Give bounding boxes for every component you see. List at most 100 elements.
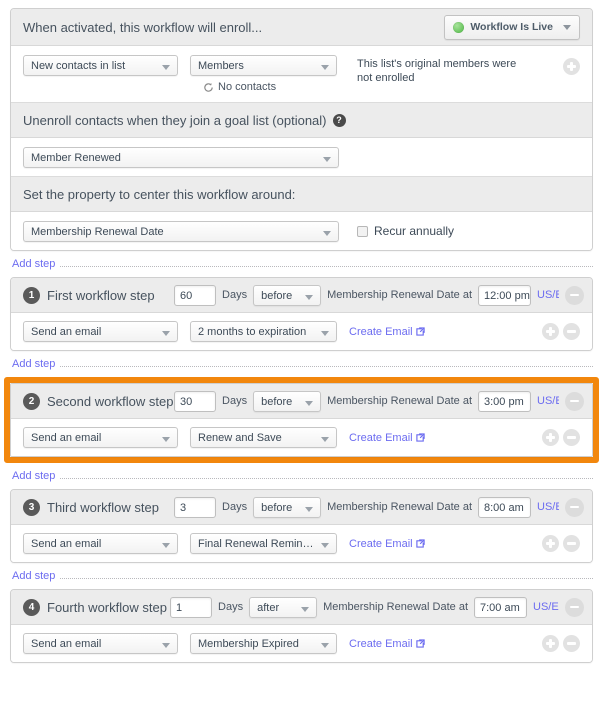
step-2-create-email-link[interactable]: Create Email	[349, 432, 425, 444]
add-step-row-2: Add step	[12, 468, 593, 484]
step-2-email-select[interactable]: Renew and Save	[190, 427, 337, 448]
step-2-direction-value: before	[261, 396, 292, 408]
step-3-remove-action-button[interactable]	[563, 535, 580, 552]
step-3-direction-select[interactable]: before	[253, 497, 321, 518]
step-2-delay-input[interactable]: 30	[174, 391, 216, 412]
step-1-direction-value: before	[261, 290, 292, 302]
contacts-count-row[interactable]: No contacts	[203, 81, 337, 93]
step-3-action-select[interactable]: Send an email	[23, 533, 178, 554]
recur-annually-checkbox[interactable]	[357, 226, 368, 237]
chevron-down-icon	[305, 507, 313, 512]
step-1-remove-action-button[interactable]	[563, 323, 580, 340]
question-mark-icon[interactable]: ?	[333, 114, 346, 127]
step-2-action-select[interactable]: Send an email	[23, 427, 178, 448]
chevron-down-icon	[162, 543, 170, 548]
goal-list-header: Unenroll contacts when they join a goal …	[11, 102, 592, 138]
step-3-create-email-link[interactable]: Create Email	[349, 538, 425, 550]
refresh-icon	[203, 82, 214, 93]
step-3-days-label: Days	[222, 501, 247, 513]
add-step-link[interactable]: Add step	[12, 570, 55, 582]
recur-annually-control[interactable]: Recur annually	[357, 224, 454, 238]
step-3-anchor-label: Membership Renewal Date at	[327, 501, 472, 513]
step-3-time-input[interactable]: 8:00 am	[478, 497, 531, 518]
step-1-remove-button[interactable]	[565, 286, 584, 305]
step-2-anchor-label: Membership Renewal Date at	[327, 395, 472, 407]
add-step-link[interactable]: Add step	[12, 258, 55, 270]
step-2-number: 2	[23, 393, 40, 410]
step-1-days-label: Days	[222, 289, 247, 301]
add-enrollment-trigger-button[interactable]	[563, 58, 580, 75]
enrollment-note: This list's original members were not en…	[357, 57, 532, 85]
center-property-select[interactable]: Membership Renewal Date	[23, 221, 339, 242]
step-3-header: 3 Third workflow step 3 Days before Memb…	[11, 490, 592, 525]
add-step-divider	[60, 365, 593, 367]
step-2-highlight-box: 2 Second workflow step 30 Days before Me…	[4, 377, 599, 463]
step-3-remove-button[interactable]	[565, 498, 584, 517]
add-step-link[interactable]: Add step	[12, 470, 55, 482]
external-link-icon	[416, 433, 425, 442]
step-2-remove-button[interactable]	[565, 392, 584, 411]
add-step-row-1: Add step	[12, 356, 593, 372]
workflow-status-label: Workflow Is Live	[470, 21, 553, 33]
step-3-add-action-button[interactable]	[542, 535, 559, 552]
step-1-title: First workflow step	[47, 288, 155, 303]
chevron-down-icon	[162, 65, 170, 70]
step-4-remove-button[interactable]	[565, 598, 584, 617]
enrollment-header: When activated, this workflow will enrol…	[11, 9, 592, 46]
step-3-body: Send an email Final Renewal Reminder Cre…	[11, 525, 592, 562]
center-property-value: Membership Renewal Date	[31, 226, 164, 238]
step-4-remove-action-button[interactable]	[563, 635, 580, 652]
step-2-remove-action-button[interactable]	[563, 429, 580, 446]
center-property-header: Set the property to center this workflow…	[11, 176, 592, 212]
chevron-down-icon	[321, 643, 329, 648]
step-4-title: Fourth workflow step	[47, 600, 167, 615]
center-property-header-title: Set the property to center this workflow…	[23, 187, 295, 202]
goal-list-select[interactable]: Member Renewed	[23, 147, 339, 168]
step-2-days-label: Days	[222, 395, 247, 407]
chevron-down-icon	[323, 231, 331, 236]
step-3-delay-input[interactable]: 3	[174, 497, 216, 518]
workflow-step-1: 1 First workflow step 60 Days before Mem…	[10, 277, 593, 351]
step-1-time-input[interactable]: 12:00 pm	[478, 285, 531, 306]
add-step-divider	[60, 477, 593, 479]
goal-list-header-title: Unenroll contacts when they join a goal …	[23, 113, 327, 128]
step-1-email-value: 2 months to expiration	[198, 326, 306, 338]
external-link-icon	[416, 327, 425, 336]
chevron-down-icon	[563, 25, 571, 30]
status-dot-icon	[453, 22, 464, 33]
step-4-create-email-link[interactable]: Create Email	[349, 638, 425, 650]
chevron-down-icon	[301, 607, 309, 612]
step-4-days-label: Days	[218, 601, 243, 613]
step-1-create-email-link[interactable]: Create Email	[349, 326, 425, 338]
enrollment-list-select[interactable]: Members	[190, 55, 337, 76]
step-4-direction-select[interactable]: after	[249, 597, 317, 618]
step-3-timing-controls: 3 Days before Membership Renewal Date at…	[174, 497, 584, 518]
step-3-title: Third workflow step	[47, 500, 159, 515]
enrollment-trigger-type-select[interactable]: New contacts in list	[23, 55, 178, 76]
step-4-action-select[interactable]: Send an email	[23, 633, 178, 654]
chevron-down-icon	[162, 331, 170, 336]
workflow-status-badge[interactable]: Workflow Is Live	[444, 15, 580, 40]
goal-list-row: Member Renewed	[11, 138, 592, 176]
add-step-row-3: Add step	[12, 568, 593, 584]
step-1-add-action-button[interactable]	[542, 323, 559, 340]
step-1-direction-select[interactable]: before	[253, 285, 321, 306]
step-3-timezone-label: US/Eastern	[537, 501, 559, 513]
step-4-delay-input[interactable]: 1	[170, 597, 212, 618]
step-1-action-select[interactable]: Send an email	[23, 321, 178, 342]
add-step-divider	[60, 265, 593, 267]
step-2-timezone-label: US/Eastern	[537, 395, 559, 407]
step-1-email-select[interactable]: 2 months to expiration	[190, 321, 337, 342]
step-2-email-value: Renew and Save	[198, 432, 282, 444]
step-4-add-action-button[interactable]	[542, 635, 559, 652]
step-2-body: Send an email Renew and Save Create Emai…	[11, 419, 592, 456]
step-2-time-input[interactable]: 3:00 pm	[478, 391, 531, 412]
step-3-email-select[interactable]: Final Renewal Reminder	[190, 533, 337, 554]
step-4-time-input[interactable]: 7:00 am	[474, 597, 527, 618]
chevron-down-icon	[305, 401, 313, 406]
add-step-link[interactable]: Add step	[12, 358, 55, 370]
step-4-email-select[interactable]: Membership Expired	[190, 633, 337, 654]
step-2-direction-select[interactable]: before	[253, 391, 321, 412]
step-1-delay-input[interactable]: 60	[174, 285, 216, 306]
step-2-add-action-button[interactable]	[542, 429, 559, 446]
